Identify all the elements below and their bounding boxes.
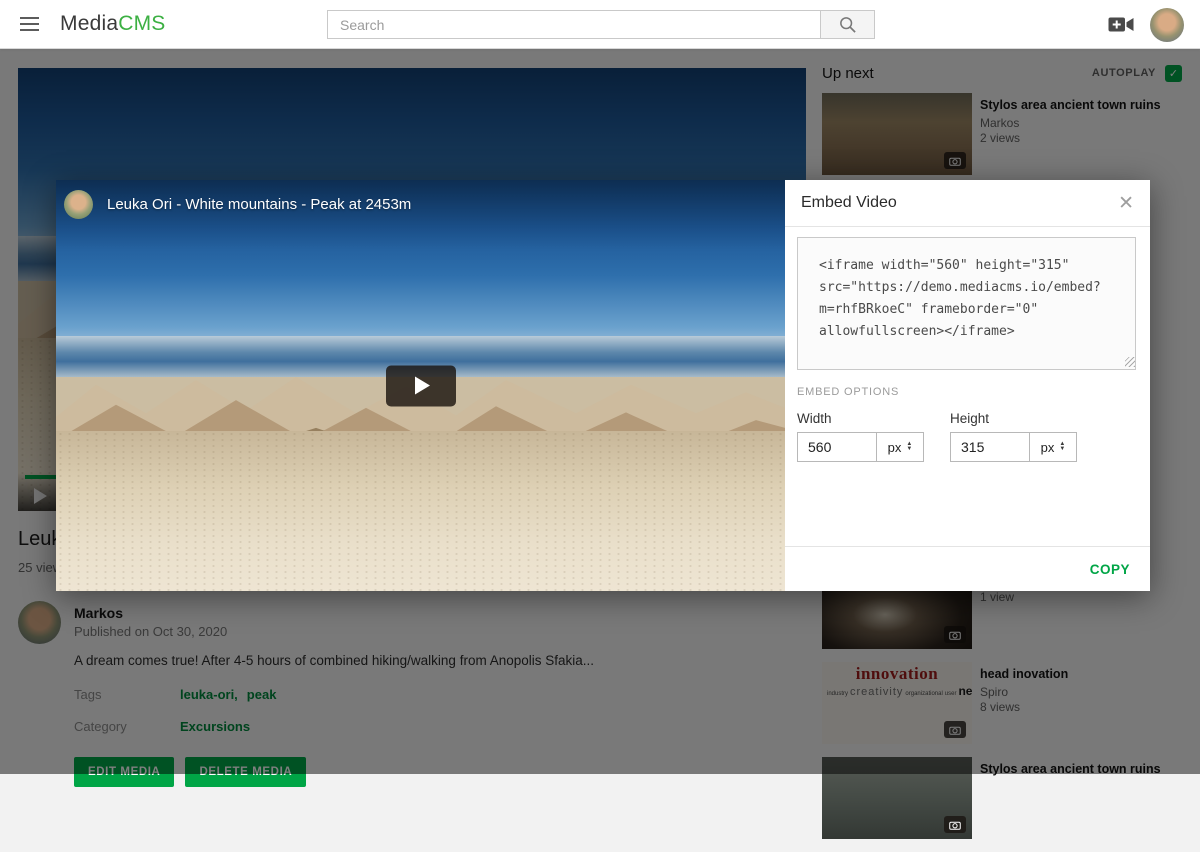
navbar-actions xyxy=(1108,0,1184,49)
camera-icon xyxy=(944,816,966,833)
width-input[interactable] xyxy=(797,432,877,462)
logo[interactable]: MediaCMS xyxy=(60,12,165,36)
width-field-group: Width px ▲▼ xyxy=(797,411,924,462)
scree-foreground-graphic xyxy=(56,431,785,591)
modal-header: Embed Video ✕ xyxy=(785,180,1150,227)
width-unit-value: px xyxy=(888,440,902,455)
top-navbar: MediaCMS xyxy=(0,0,1200,49)
up-down-arrows-icon: ▲▼ xyxy=(1059,442,1065,452)
logo-media-text: Media xyxy=(60,12,118,36)
page: { "colors": { "brand_green": "#3cb043", … xyxy=(0,0,1200,774)
embed-code-textarea[interactable]: <iframe width="560" height="315" src="ht… xyxy=(797,237,1136,370)
close-icon[interactable]: ✕ xyxy=(1118,194,1134,213)
play-button[interactable] xyxy=(386,365,456,406)
modal-title: Embed Video xyxy=(801,194,897,212)
add-media-button[interactable] xyxy=(1108,15,1134,34)
play-triangle-icon xyxy=(415,377,430,395)
embed-options-panel: Embed Video ✕ <iframe width="560" height… xyxy=(785,180,1150,591)
height-field-group: Height px ▲▼ xyxy=(950,411,1077,462)
preview-video-title[interactable]: Leuka Ori - White mountains - Peak at 24… xyxy=(107,196,411,213)
height-unit-select[interactable]: px ▲▼ xyxy=(1029,432,1077,462)
menu-icon[interactable] xyxy=(12,7,50,41)
copy-button[interactable]: COPY xyxy=(1090,562,1130,577)
resize-grip-icon[interactable] xyxy=(1125,357,1135,367)
user-avatar[interactable] xyxy=(1150,8,1184,42)
width-unit-select[interactable]: px ▲▼ xyxy=(876,432,924,462)
search-button[interactable] xyxy=(820,10,875,39)
search-input[interactable] xyxy=(327,10,821,39)
up-down-arrows-icon: ▲▼ xyxy=(906,442,912,452)
search-bar xyxy=(327,10,875,39)
preview-author-avatar[interactable] xyxy=(64,190,93,219)
video-camera-plus-icon xyxy=(1108,15,1134,34)
embed-video-modal: Leuka Ori - White mountains - Peak at 24… xyxy=(56,180,1150,591)
embed-preview-player[interactable]: Leuka Ori - White mountains - Peak at 24… xyxy=(56,180,785,591)
logo-cms-text: CMS xyxy=(118,12,165,36)
preview-titlebar: Leuka Ori - White mountains - Peak at 24… xyxy=(64,190,411,219)
height-unit-value: px xyxy=(1041,440,1055,455)
width-label: Width xyxy=(797,411,924,426)
embed-options-label: EMBED OPTIONS xyxy=(797,386,1136,398)
height-input[interactable] xyxy=(950,432,1030,462)
magnifier-icon xyxy=(838,15,857,34)
modal-footer: COPY xyxy=(785,546,1150,591)
height-label: Height xyxy=(950,411,1077,426)
